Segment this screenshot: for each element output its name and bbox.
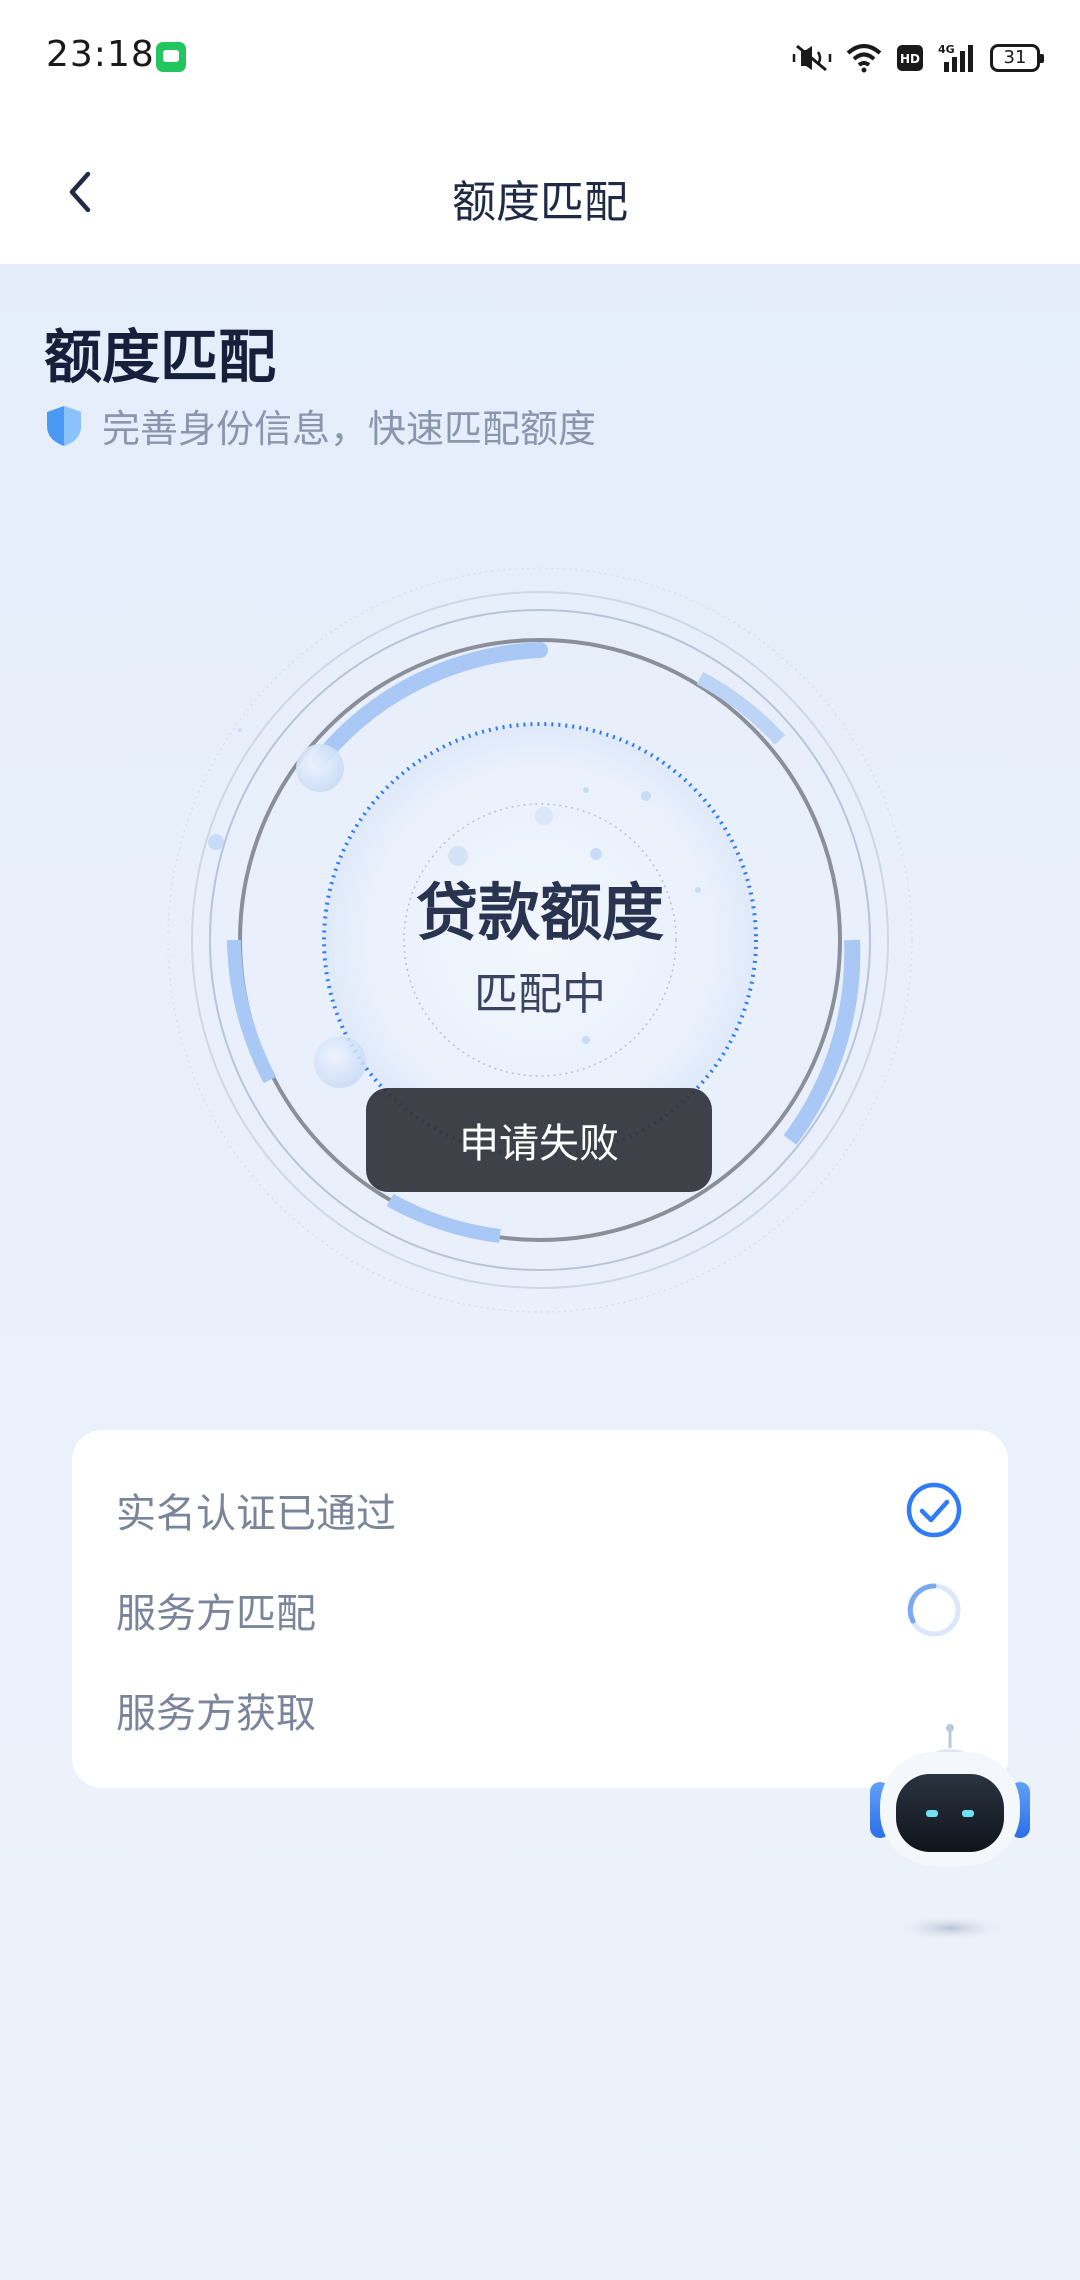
nav-header: 额度匹配	[0, 120, 1080, 264]
bubble	[208, 834, 224, 850]
arc-bottom	[386, 1193, 501, 1243]
shield-icon	[47, 405, 81, 446]
step-row-matching: 服务方匹配	[116, 1570, 964, 1650]
hd-icon: HD	[897, 45, 923, 71]
page-title: 额度匹配	[452, 177, 628, 228]
mute-vibrate-icon	[792, 44, 832, 72]
status-icons: HD 4G 31	[792, 38, 1044, 78]
step-label: 实名认证已通过	[116, 1491, 396, 1537]
step-row-verification: 实名认证已通过	[116, 1470, 964, 1550]
step-label: 服务方匹配	[116, 1591, 316, 1637]
battery-indicator: 31	[990, 44, 1044, 72]
arc-top-right	[696, 671, 786, 745]
wifi-icon	[846, 44, 882, 73]
loading-spinner-icon	[904, 1580, 964, 1640]
robot-assistant-icon[interactable]	[868, 1722, 1032, 1944]
error-toast: 申请失败	[366, 1088, 712, 1192]
bubble	[238, 728, 242, 732]
chat-app-icon	[156, 42, 186, 72]
bubble	[590, 848, 602, 860]
bubble	[314, 1036, 366, 1088]
bubble	[583, 787, 589, 793]
bubble	[582, 1036, 590, 1044]
bubble	[641, 791, 651, 801]
network-label: 4G	[938, 43, 955, 56]
radar-title: 贷款额度	[415, 876, 664, 949]
radar-status: 匹配中	[474, 969, 606, 1020]
signal-4g-icon: 4G	[938, 43, 973, 72]
status-bar: 23:18 HD 4G 31	[0, 0, 1080, 120]
subtitle-text: 完善身份信息，快速匹配额度	[102, 407, 597, 451]
check-circle-icon	[904, 1480, 964, 1540]
hd-label: HD	[900, 52, 920, 66]
step-label: 服务方获取	[116, 1691, 316, 1737]
subtitle-row: 完善身份信息，快速匹配额度	[44, 398, 596, 453]
bubble	[535, 807, 553, 825]
bubble	[296, 744, 344, 792]
step-row-acquire: 服务方获取	[116, 1670, 964, 1750]
section-title: 额度匹配	[44, 323, 277, 391]
status-time: 23:18	[46, 34, 155, 75]
